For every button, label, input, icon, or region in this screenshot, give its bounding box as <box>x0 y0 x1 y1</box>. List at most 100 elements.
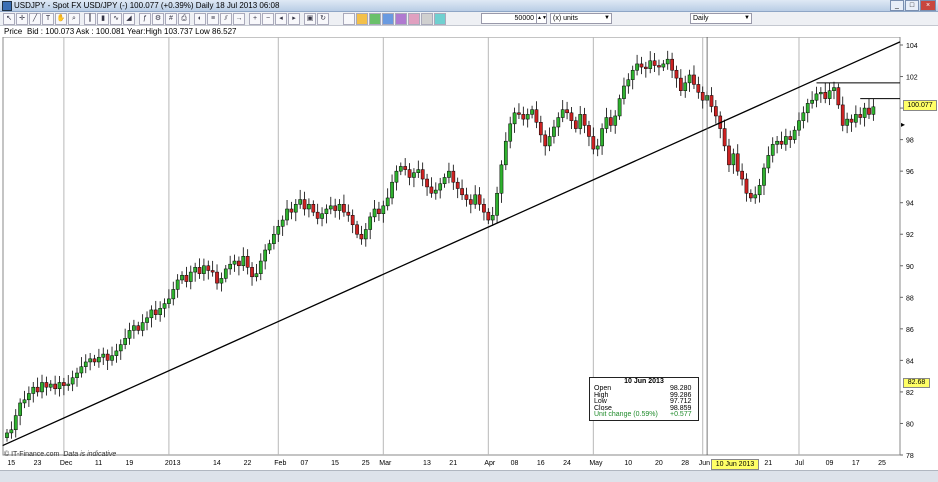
fib-icon[interactable]: ≡ <box>207 13 219 25</box>
palette-cyan-icon[interactable] <box>434 13 446 25</box>
quantity-stepper[interactable]: 50000 ▲▼ <box>481 13 547 24</box>
indicator-icon[interactable]: ƒ <box>139 13 151 25</box>
candle-body <box>779 140 784 145</box>
palette-yellow-icon[interactable] <box>356 13 368 25</box>
grid-icon[interactable]: # <box>165 13 177 25</box>
candle-body <box>110 355 114 361</box>
candle-body <box>753 194 758 199</box>
candle-body <box>652 60 657 66</box>
candle-body <box>333 205 338 211</box>
color-icon[interactable]: ◐ <box>194 13 206 25</box>
channel-icon[interactable]: ⫽ <box>220 13 232 25</box>
candle-body <box>237 260 241 267</box>
plot-frame <box>2 37 901 456</box>
candle-body <box>140 322 145 331</box>
minimize-button[interactable]: _ <box>890 0 904 11</box>
palette-blue-icon[interactable] <box>382 13 394 25</box>
candle-body <box>657 65 661 68</box>
x-tick-label: 07 <box>301 460 309 467</box>
x-tick-label: 23 <box>34 460 42 467</box>
period-select[interactable]: Daily ▼ <box>690 13 752 24</box>
maximize-button[interactable]: □ <box>905 0 919 11</box>
settings-icon[interactable]: ⚙ <box>152 13 164 25</box>
candle-body <box>83 361 88 367</box>
candle-body <box>342 204 346 213</box>
palette-red-icon[interactable] <box>343 13 355 25</box>
candle-body <box>167 298 171 304</box>
candle-body <box>617 98 622 117</box>
candle-body <box>556 117 561 128</box>
candle-style-icon[interactable]: ▮ <box>97 13 109 25</box>
candle-body <box>127 330 132 339</box>
bar-style-icon[interactable]: ┃ <box>84 13 96 25</box>
ray-icon[interactable]: → <box>233 13 245 25</box>
candle-body <box>320 213 324 219</box>
line-style-icon[interactable]: ∿ <box>110 13 122 25</box>
candle-body <box>495 192 499 216</box>
x-tick-label: 17 <box>852 460 860 467</box>
candle-body <box>245 256 250 268</box>
save-icon[interactable]: ▣ <box>304 13 316 25</box>
candle-body <box>854 114 858 123</box>
candle-body <box>814 93 819 101</box>
close-button[interactable]: × <box>920 0 936 11</box>
scroll-right-icon[interactable]: ▸ <box>288 13 300 25</box>
candle-body <box>565 109 569 114</box>
area-style-icon[interactable]: ◢ <box>123 13 135 25</box>
candle-body <box>490 215 495 221</box>
palette-gray-icon[interactable] <box>421 13 433 25</box>
palette-green-icon[interactable] <box>369 13 381 25</box>
refresh-icon[interactable]: ↻ <box>317 13 329 25</box>
zoom-in-icon[interactable]: + <box>249 13 261 25</box>
zoom-out-icon[interactable]: − <box>262 13 274 25</box>
chart-toolbar: ↖ ✛ ╱ T ✋ ⌕ ┃ ▮ ∿ ◢ ƒ ⚙ # ⎙ ◐ ≡ ⫽ → + − … <box>0 12 938 26</box>
hand-tool-icon[interactable]: ✋ <box>55 13 67 25</box>
candle-body <box>328 205 333 210</box>
candle-body <box>700 92 705 101</box>
y-tick-label: 98 <box>906 138 914 145</box>
zoom-tool-icon[interactable]: ⌕ <box>68 13 80 25</box>
candle-body <box>455 181 460 189</box>
x-tick-label: 15 <box>7 460 15 467</box>
candle-body <box>307 204 311 210</box>
candle-body <box>713 106 718 117</box>
spin-arrows-icon[interactable]: ▲▼ <box>536 14 547 23</box>
candle-body <box>390 181 394 199</box>
candle-body <box>420 169 425 180</box>
candle-body <box>193 267 198 273</box>
palette-purple-icon[interactable] <box>395 13 407 25</box>
line-tool-icon[interactable]: ╱ <box>29 13 41 25</box>
cursor-tool-icon[interactable]: ↖ <box>3 13 15 25</box>
candle-body <box>578 114 583 129</box>
candle-body <box>722 128 727 147</box>
y-tick-label: 90 <box>906 264 914 271</box>
candle-body <box>845 118 849 126</box>
candle-body <box>276 226 281 235</box>
x-tick-label: 15 <box>331 460 339 467</box>
units-select[interactable]: (x) units ▼ <box>550 13 612 24</box>
candle-body <box>552 126 556 137</box>
candle-body <box>416 169 421 173</box>
candle-body <box>757 185 762 196</box>
x-tick-label: 21 <box>764 460 772 467</box>
candle-body <box>604 117 609 129</box>
print-icon[interactable]: ⎙ <box>178 13 190 25</box>
y-tick-label: 94 <box>906 201 914 208</box>
text-tool-icon[interactable]: T <box>42 13 54 25</box>
candle-body <box>315 211 320 219</box>
candle-body <box>381 205 386 214</box>
candle-body <box>153 309 158 315</box>
candle-body <box>324 208 329 214</box>
candle-body <box>263 249 268 262</box>
x-tick-label: Feb <box>274 460 286 467</box>
candle-body <box>62 382 66 386</box>
candle-body <box>460 188 464 196</box>
candle-body <box>403 166 408 170</box>
candle-body <box>670 58 674 71</box>
tooltip-row: Unit change (0.59%) +0.577 <box>594 411 692 418</box>
candle-body <box>197 267 202 274</box>
palette-pink-icon[interactable] <box>408 13 420 25</box>
price-chart[interactable]: 78808284868890929496981001021041523Dec11… <box>0 37 938 470</box>
scroll-left-icon[interactable]: ◂ <box>275 13 287 25</box>
crosshair-tool-icon[interactable]: ✛ <box>16 13 28 25</box>
